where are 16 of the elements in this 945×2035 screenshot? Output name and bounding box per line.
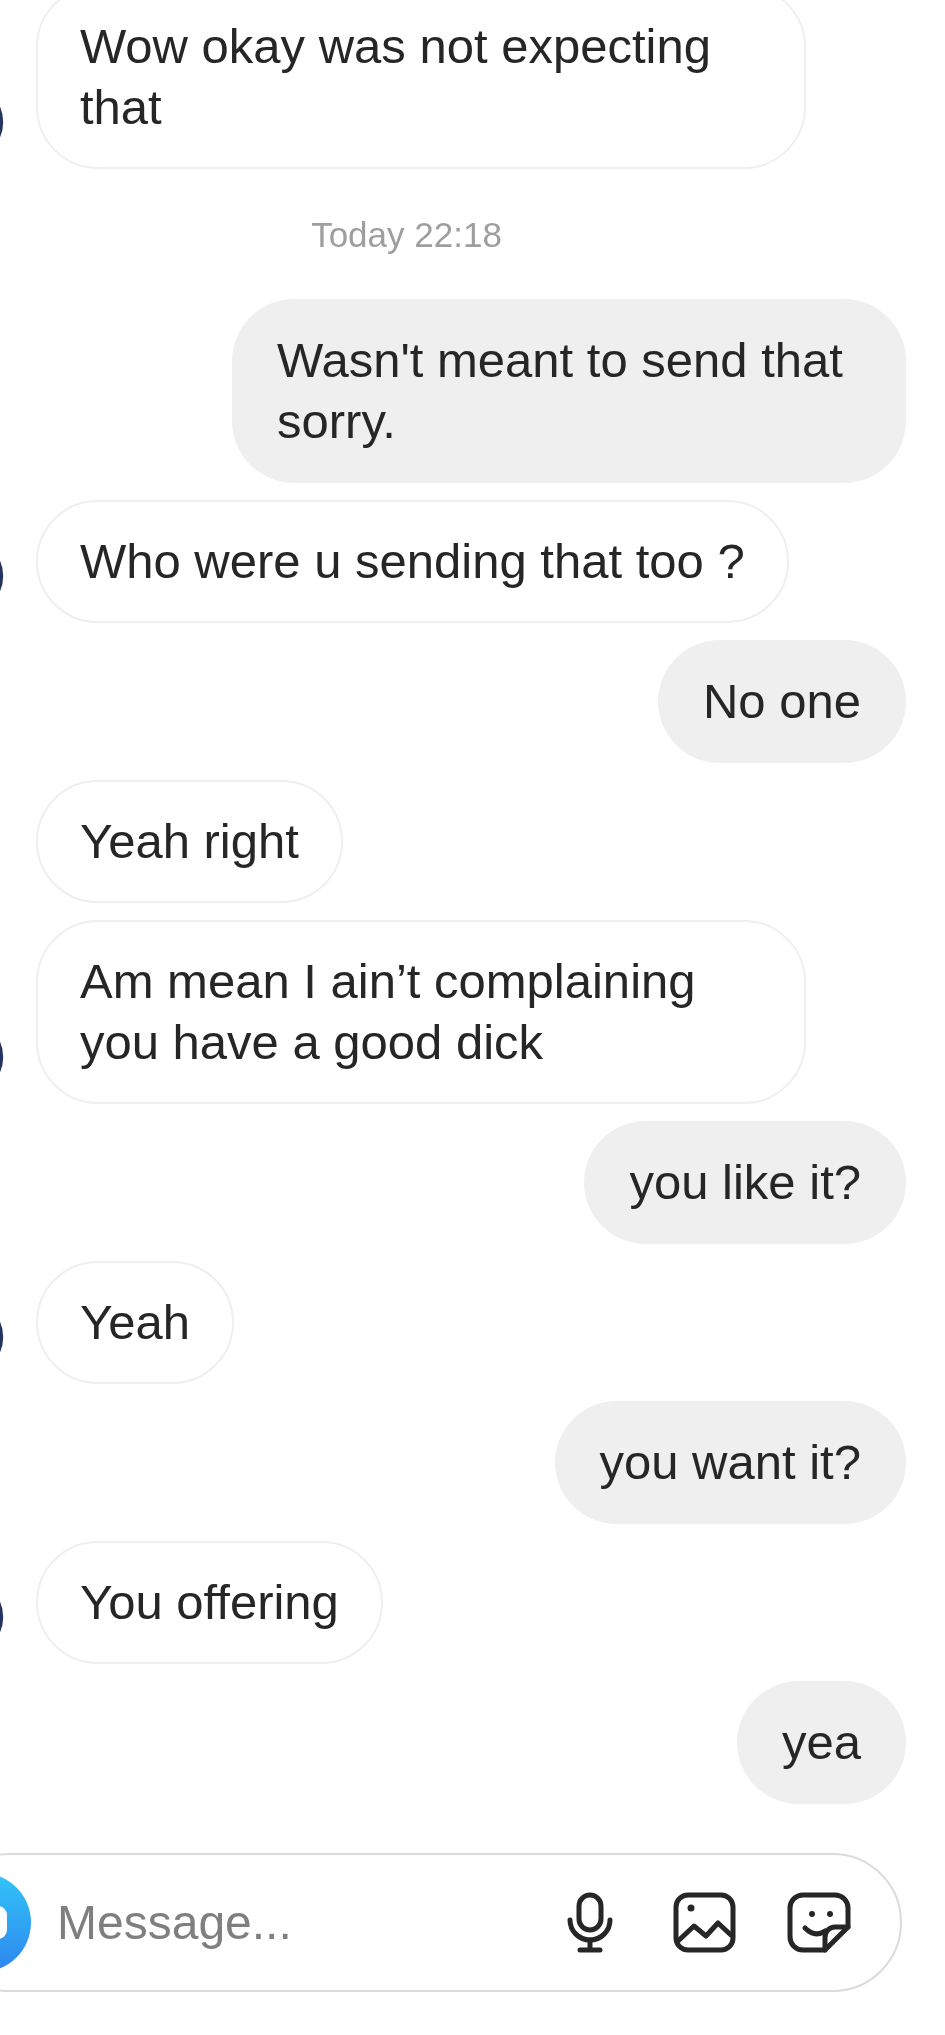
message-input[interactable]: Message... xyxy=(57,1892,546,1953)
received-message: Yeah xyxy=(36,1261,234,1384)
sent-message: you want it? xyxy=(554,1401,906,1524)
sticker-icon[interactable] xyxy=(787,1892,851,1953)
received-message: Yeah right xyxy=(36,780,343,903)
received-message: Wow okay was not expecting that xyxy=(36,0,806,169)
sent-message: No one xyxy=(658,640,906,763)
microphone-icon[interactable] xyxy=(566,1892,614,1953)
sent-message: Wasn't meant to send that sorry. xyxy=(232,299,906,483)
image-icon[interactable] xyxy=(673,1892,736,1953)
received-message: You offering xyxy=(36,1541,383,1664)
sent-message: yea xyxy=(737,1681,906,1804)
received-message: Am mean I ain’t complaining you have a good dick xyxy=(36,920,806,1104)
timestamp: Today 22:18 xyxy=(311,214,502,256)
sent-message: you like it? xyxy=(584,1121,906,1244)
received-message: Who were u sending that too ? xyxy=(36,500,789,623)
